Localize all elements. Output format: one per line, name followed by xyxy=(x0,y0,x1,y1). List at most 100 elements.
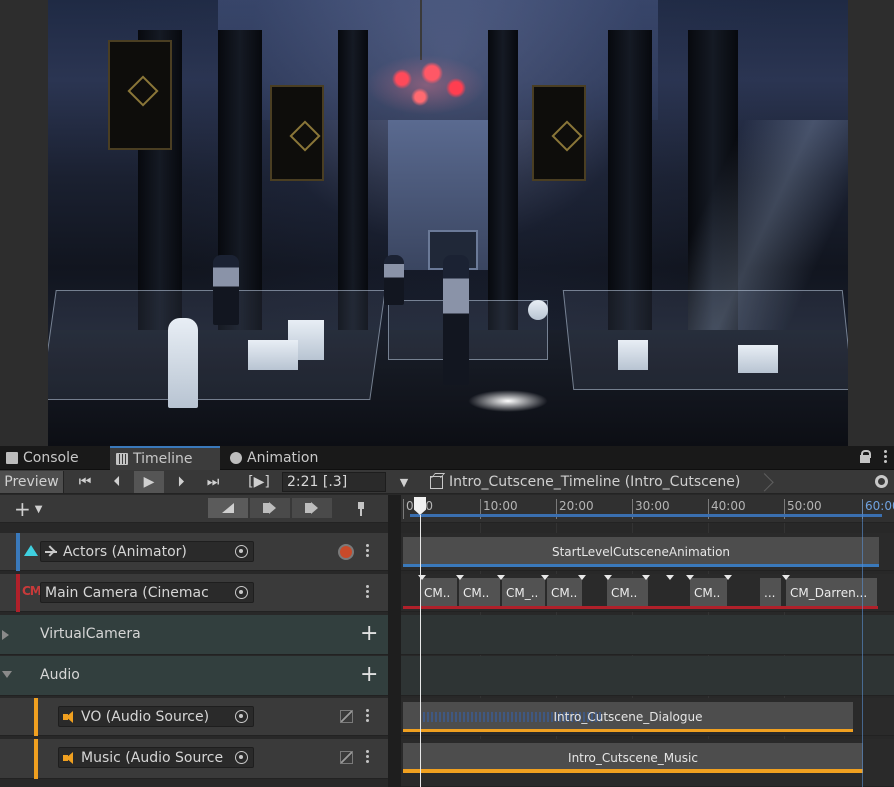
track-vo[interactable]: VO (Audio Source) xyxy=(0,698,388,736)
actors-binding-field[interactable]: Actors (Animator) xyxy=(40,541,254,562)
music-binding-field[interactable]: Music (Audio Source xyxy=(58,747,254,768)
collapse-arrow-icon[interactable] xyxy=(2,671,12,678)
animator-icon xyxy=(45,546,59,558)
tab-console-label: Console xyxy=(23,450,79,466)
actors-clip-lane[interactable]: StartLevelCutsceneAnimation xyxy=(401,533,894,571)
vo-binding-field[interactable]: VO (Audio Source) xyxy=(58,706,254,727)
camera-shot-clip[interactable]: CM.. xyxy=(606,578,648,608)
music-clip-lane[interactable]: Intro_Cutscene_Music xyxy=(401,739,894,787)
virtual-camera-lane[interactable] xyxy=(401,615,894,655)
add-to-group-button[interactable]: + xyxy=(360,623,378,645)
track-menu-icon[interactable] xyxy=(366,585,370,601)
go-to-start-button[interactable]: ⏮ xyxy=(70,471,100,493)
replace-mode-button[interactable] xyxy=(292,498,332,518)
track-accent xyxy=(34,698,38,736)
group-audio[interactable]: Audio + xyxy=(0,656,388,696)
clip-intro-dialogue[interactable]: Intro_Cutscene_Dialogue xyxy=(403,702,853,732)
audio-group-lane[interactable] xyxy=(401,656,894,696)
add-to-group-button[interactable]: + xyxy=(360,664,378,686)
track-menu-icon[interactable] xyxy=(366,709,370,725)
timeline-asset-name: Intro_Cutscene_Timeline (Intro_Cutscene) xyxy=(449,474,741,490)
lock-icon[interactable] xyxy=(860,450,871,463)
clip-intro-music[interactable]: Intro_Cutscene_Music xyxy=(403,743,863,773)
window-menu-icon[interactable] xyxy=(884,449,888,465)
track-menu-icon[interactable] xyxy=(366,544,370,560)
mute-icon[interactable] xyxy=(340,710,353,723)
scene-render xyxy=(48,0,848,446)
tab-timeline[interactable]: Timeline xyxy=(110,446,220,470)
add-track-button[interactable]: + ▼ xyxy=(14,497,58,521)
game-view xyxy=(0,0,894,446)
time-field[interactable]: 2:21 [.3] xyxy=(282,472,386,492)
record-button[interactable] xyxy=(338,544,354,560)
clip-start-level-cutscene[interactable]: StartLevelCutsceneAnimation xyxy=(403,537,879,567)
object-picker-icon[interactable] xyxy=(235,710,248,723)
camera-shot-clip[interactable]: CM.. xyxy=(419,578,457,608)
shot-marker xyxy=(724,575,732,580)
wall-banner-mid-right xyxy=(532,85,586,181)
camera-track-underline xyxy=(403,606,878,609)
gear-icon[interactable] xyxy=(875,475,888,488)
play-button[interactable]: ▶ xyxy=(134,471,164,493)
shot-marker xyxy=(541,575,549,580)
vo-clip-lane[interactable]: Intro_Cutscene_Dialogue xyxy=(401,698,894,736)
pedestal-2 xyxy=(248,340,298,370)
column-divider[interactable] xyxy=(388,495,401,787)
clip-label: Intro_Cutscene_Music xyxy=(568,751,698,765)
track-music[interactable]: Music (Audio Source xyxy=(0,739,388,779)
track-accent xyxy=(34,739,38,779)
previous-frame-button[interactable]: ⏴︎ xyxy=(102,471,132,493)
track-actors[interactable]: Actors (Animator) xyxy=(0,533,388,571)
editor-tab-bar: Console Timeline Animation xyxy=(0,446,894,470)
shot-marker xyxy=(642,575,650,580)
tab-console[interactable]: Console xyxy=(0,446,85,470)
track-menu-icon[interactable] xyxy=(366,750,370,766)
ruler-label: 10:00 xyxy=(483,499,518,513)
clip-underline xyxy=(403,769,863,773)
pin-icon[interactable] xyxy=(356,502,366,516)
group-virtual-camera[interactable]: VirtualCamera + xyxy=(0,615,388,655)
ruler-tick xyxy=(403,499,404,519)
camera-shot-clip[interactable]: ... xyxy=(759,578,781,608)
timeline-selector-dropdown[interactable]: ▼ xyxy=(394,471,414,493)
shot-marker xyxy=(604,575,612,580)
track-main-camera[interactable]: CM Main Camera (Cinemac xyxy=(0,574,388,612)
speaker-icon xyxy=(63,751,77,764)
camera-shot-clip[interactable]: CM.. xyxy=(689,578,727,608)
tab-animation[interactable]: Animation xyxy=(224,446,324,470)
mix-mode-icon xyxy=(222,503,234,513)
shot-marker xyxy=(578,575,586,580)
expand-arrow-icon[interactable] xyxy=(2,630,9,640)
next-frame-button[interactable]: ⏵︎ xyxy=(166,471,196,493)
floor-spotlight xyxy=(468,390,548,412)
clip-label: Intro_Cutscene_Dialogue xyxy=(553,710,703,724)
urn xyxy=(528,300,548,320)
go-to-end-button[interactable]: ⏭ xyxy=(198,471,228,493)
timeline-asset-breadcrumb[interactable]: Intro_Cutscene_Timeline (Intro_Cutscene) xyxy=(430,472,740,492)
camera-shot-clip[interactable]: CM_.. xyxy=(501,578,545,608)
clock-icon xyxy=(230,452,242,464)
breadcrumb-separator-icon xyxy=(758,470,776,494)
clip-underline xyxy=(403,729,853,732)
object-picker-icon[interactable] xyxy=(235,586,248,599)
pedestal-4 xyxy=(738,345,778,373)
camera-track-label: Main Camera (Cinemac xyxy=(45,584,209,601)
ripple-mode-button[interactable] xyxy=(250,498,290,518)
shot-marker xyxy=(456,575,464,580)
object-picker-icon[interactable] xyxy=(235,751,248,764)
play-range-button[interactable]: [▶] xyxy=(244,471,274,493)
camera-shot-clip[interactable]: CM.. xyxy=(546,578,582,608)
preview-button[interactable]: Preview xyxy=(0,471,64,493)
mute-icon[interactable] xyxy=(340,751,353,764)
ruler-label: 50:00 xyxy=(787,499,822,513)
wall-banner-mid-left xyxy=(270,85,324,181)
camera-binding-field[interactable]: Main Camera (Cinemac xyxy=(40,582,254,603)
vase-tall xyxy=(168,318,198,408)
camera-shot-clip[interactable]: CM_Darren... xyxy=(785,578,877,608)
object-picker-icon[interactable] xyxy=(235,545,248,558)
mix-mode-button[interactable] xyxy=(208,498,248,518)
camera-shot-clip[interactable]: CM.. xyxy=(458,578,500,608)
guard-figure-2 xyxy=(213,255,239,325)
tab-animation-label: Animation xyxy=(247,450,319,466)
time-ruler[interactable]: 0:00 10:00 20:00 30:00 40:00 50:00 60:00 xyxy=(401,495,894,523)
